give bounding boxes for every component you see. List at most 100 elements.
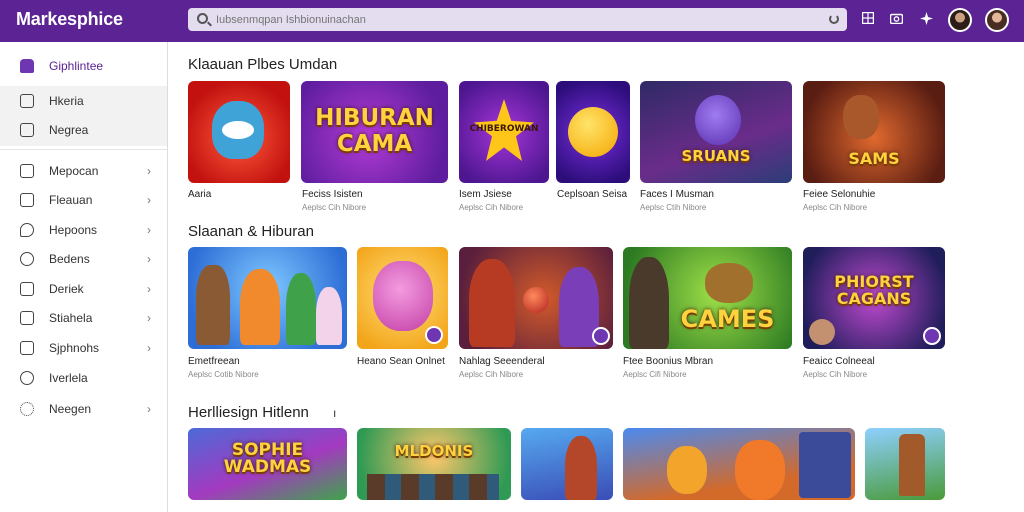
sidebar-item-label: Sjphnohs — [49, 341, 100, 355]
game-tile[interactable]: CAMES — [623, 247, 792, 349]
platform-badge-icon — [425, 326, 443, 344]
game-tile[interactable]: SOPHIE WADMAS — [188, 428, 347, 500]
character-illustration — [469, 259, 515, 347]
chevron-right-icon: › — [147, 311, 151, 325]
sidebar-item-label: Giphlintee — [49, 59, 104, 73]
game-tile[interactable]: CHIBEROWAN — [459, 81, 549, 183]
mascot-face — [222, 121, 254, 139]
creature-illustration — [843, 95, 879, 139]
tile-art-text: SRUANS — [681, 147, 751, 165]
sidebar-item-negrea[interactable]: Negrea — [0, 116, 167, 144]
game-tile[interactable] — [188, 81, 290, 183]
cat-illustration — [373, 261, 433, 331]
game-tile[interactable]: MLDONIS — [357, 428, 511, 500]
chevron-right-icon: › — [147, 341, 151, 355]
edit-icon — [20, 94, 34, 108]
game-tile[interactable] — [623, 428, 855, 500]
tile-title[interactable]: Feaicc Colneeal — [803, 356, 875, 367]
game-tile[interactable] — [521, 428, 613, 500]
refresh-icon[interactable] — [829, 14, 839, 24]
sidebar-item-hkeria[interactable]: Hkeria — [0, 87, 167, 115]
game-tile[interactable] — [188, 247, 347, 349]
tile-title[interactable]: Faces I Musman — [640, 189, 714, 200]
cat-illustration — [240, 269, 280, 345]
sidebar-item-home[interactable]: Giphlintee — [0, 52, 167, 80]
sidebar-item-bedens[interactable]: Bedens › — [0, 245, 167, 273]
avatar[interactable] — [948, 8, 972, 32]
character-illustration — [316, 287, 342, 345]
tile-title[interactable]: Aaria — [188, 189, 211, 200]
platform-badge-icon — [592, 327, 610, 345]
sidebar-item-sjphnohs[interactable]: Sjphnohs › — [0, 334, 167, 362]
grid-view-icon[interactable] — [861, 11, 875, 26]
game-tile[interactable] — [357, 247, 448, 349]
globe-icon — [20, 371, 34, 385]
sidebar-item-deriek[interactable]: Deriek › — [0, 275, 167, 303]
tile-subtitle: Aeplsc Cih Nibore — [302, 203, 367, 212]
game-tile[interactable]: SRUANS — [640, 81, 792, 183]
tile-title[interactable]: Nahlag Seeenderal — [459, 356, 545, 367]
sidebar-item-stiahela[interactable]: Stiahela › — [0, 304, 167, 332]
chevron-right-icon: › — [147, 282, 151, 296]
platform-badge-icon — [923, 327, 941, 345]
brand-logo[interactable]: Markesphice — [16, 9, 123, 30]
tile-title[interactable]: Heano Sean Onlnet — [357, 356, 445, 367]
tile-art-text: SOPHIE WADMAS — [223, 440, 312, 477]
sidebar-item-mepocan[interactable]: Mepocan › — [0, 157, 167, 185]
game-tile[interactable] — [459, 247, 613, 349]
tile-art-text: CAMES — [680, 305, 775, 333]
box-icon — [20, 341, 34, 355]
search-input[interactable] — [216, 10, 796, 29]
monster-illustration — [695, 95, 741, 145]
group-illustration — [367, 474, 499, 500]
tower-illustration — [899, 434, 925, 496]
tile-art-text: HIBURAN CAMA — [315, 105, 434, 157]
game-tile[interactable]: SAMS — [803, 81, 945, 183]
sidebar-item-label: Hkeria — [49, 94, 84, 108]
tile-title[interactable]: Ceplsoan Seisa — [557, 189, 627, 200]
tile-art-text: MLDONIS — [394, 442, 474, 460]
tile-art-text: CHIBEROWAN — [469, 124, 539, 134]
tile-title[interactable]: Feiee Selonuhie — [803, 189, 875, 200]
game-tile[interactable]: HIBURAN CAMA — [301, 81, 448, 183]
user-avatar[interactable] — [985, 8, 1009, 32]
orb-illustration — [523, 287, 549, 313]
section-title: Klaauan Plbes Umdan — [188, 56, 338, 73]
tile-title[interactable]: Emetfreean — [188, 356, 240, 367]
character-illustration — [629, 257, 669, 349]
tile-subtitle: Aeplsc Cih Nibore — [459, 370, 524, 379]
tile-art-text: PHIORST CAGANS — [834, 272, 914, 308]
bubble-icon — [20, 223, 34, 237]
sidebar-item-label: Deriek — [49, 282, 84, 296]
chevron-right-icon: › — [147, 402, 151, 416]
tile-title[interactable]: Ftee Boonius Mbran — [623, 356, 713, 367]
sidebar-item-label: Hepoons — [49, 223, 98, 237]
game-tile[interactable]: PHIORST CAGANS — [803, 247, 945, 349]
sidebar-item-fleauan[interactable]: Fleauan › — [0, 186, 167, 214]
character-illustration — [196, 265, 230, 345]
chevron-right-icon: › — [147, 193, 151, 207]
sidebar-item-iverlela[interactable]: Iverlela — [0, 364, 167, 392]
tile-subtitle: Aeplsc Cifi Nibore — [623, 370, 687, 379]
sidebar-item-hepoons[interactable]: Hepoons › — [0, 216, 167, 244]
sidebar-item-label: Negrea — [49, 123, 89, 137]
game-tile[interactable] — [556, 81, 630, 183]
target-icon — [20, 252, 34, 266]
tile-title[interactable]: Isem Jsiese — [459, 189, 512, 200]
fox-illustration — [735, 440, 785, 500]
cursor-caret: ı — [333, 406, 337, 420]
sidebar-item-neegen[interactable]: Neegen › — [0, 395, 167, 423]
section-title: Slaanan & Hiburan — [188, 223, 314, 240]
character-illustration — [809, 319, 835, 345]
search-bar[interactable] — [188, 8, 847, 31]
sidebar-item-label: Neegen — [49, 402, 92, 416]
creature-illustration — [705, 263, 753, 303]
grid-icon — [20, 123, 34, 137]
tile-title[interactable]: Feciss Isisten — [302, 189, 363, 200]
layers-icon — [20, 311, 34, 325]
camera-icon[interactable] — [889, 12, 903, 26]
game-tile[interactable] — [865, 428, 945, 500]
tile-art-text: SAMS — [848, 149, 900, 168]
check-icon — [20, 282, 34, 296]
sparkle-icon[interactable] — [919, 12, 933, 26]
